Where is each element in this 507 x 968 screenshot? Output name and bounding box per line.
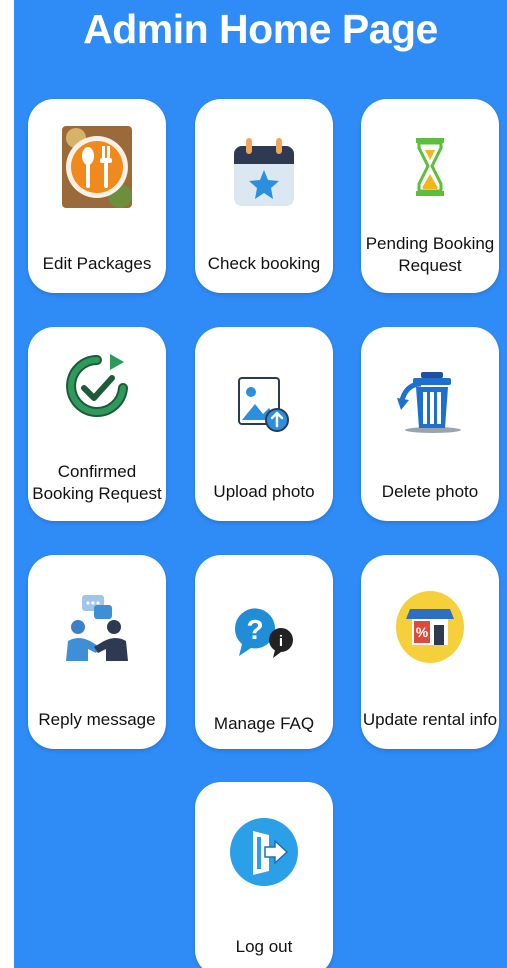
update-rental-label: Update rental info bbox=[362, 710, 498, 729]
svg-text:%: % bbox=[416, 624, 429, 640]
confirmed-booking-label: Confirmed Booking Request bbox=[32, 462, 162, 503]
chat-people-icon bbox=[59, 589, 135, 665]
confirmed-booking-button[interactable]: Confirmed Booking Request bbox=[28, 327, 166, 521]
upload-photo-button[interactable]: Upload photo bbox=[195, 327, 333, 521]
log-out-label: Log out bbox=[235, 937, 293, 956]
delete-photo-button[interactable]: Delete photo bbox=[361, 327, 499, 521]
faq-icon: ? i bbox=[226, 595, 302, 671]
reply-message-button[interactable]: Reply message bbox=[28, 555, 166, 749]
upload-photo-label: Upload photo bbox=[213, 482, 315, 501]
check-refresh-icon bbox=[59, 349, 135, 425]
pending-booking-label: Pending Booking Request bbox=[365, 234, 495, 275]
update-rental-button[interactable]: % Update rental info bbox=[361, 555, 499, 749]
trash-icon bbox=[392, 363, 468, 439]
restaurant-icon bbox=[59, 126, 135, 208]
edit-packages-button[interactable]: Edit Packages bbox=[28, 99, 166, 293]
edit-packages-label: Edit Packages bbox=[42, 254, 152, 273]
image-upload-icon bbox=[226, 367, 302, 443]
admin-home-screen: Admin Home Page Edit Packages Check book… bbox=[14, 0, 507, 968]
reply-message-label: Reply message bbox=[38, 710, 156, 729]
svg-text:i: i bbox=[279, 633, 283, 650]
exit-door-icon bbox=[226, 814, 302, 890]
shop-icon: % bbox=[392, 585, 468, 663]
hourglass-icon bbox=[392, 129, 468, 205]
delete-photo-label: Delete photo bbox=[381, 482, 479, 501]
check-booking-button[interactable]: Check booking bbox=[195, 99, 333, 293]
check-booking-label: Check booking bbox=[207, 254, 321, 273]
manage-faq-label: Manage FAQ bbox=[213, 714, 315, 733]
pending-booking-button[interactable]: Pending Booking Request bbox=[361, 99, 499, 293]
manage-faq-button[interactable]: ? i Manage FAQ bbox=[195, 555, 333, 749]
page-title: Admin Home Page bbox=[83, 6, 438, 52]
calendar-star-icon bbox=[226, 134, 302, 210]
svg-text:?: ? bbox=[246, 614, 263, 645]
log-out-button[interactable]: Log out bbox=[195, 782, 333, 968]
